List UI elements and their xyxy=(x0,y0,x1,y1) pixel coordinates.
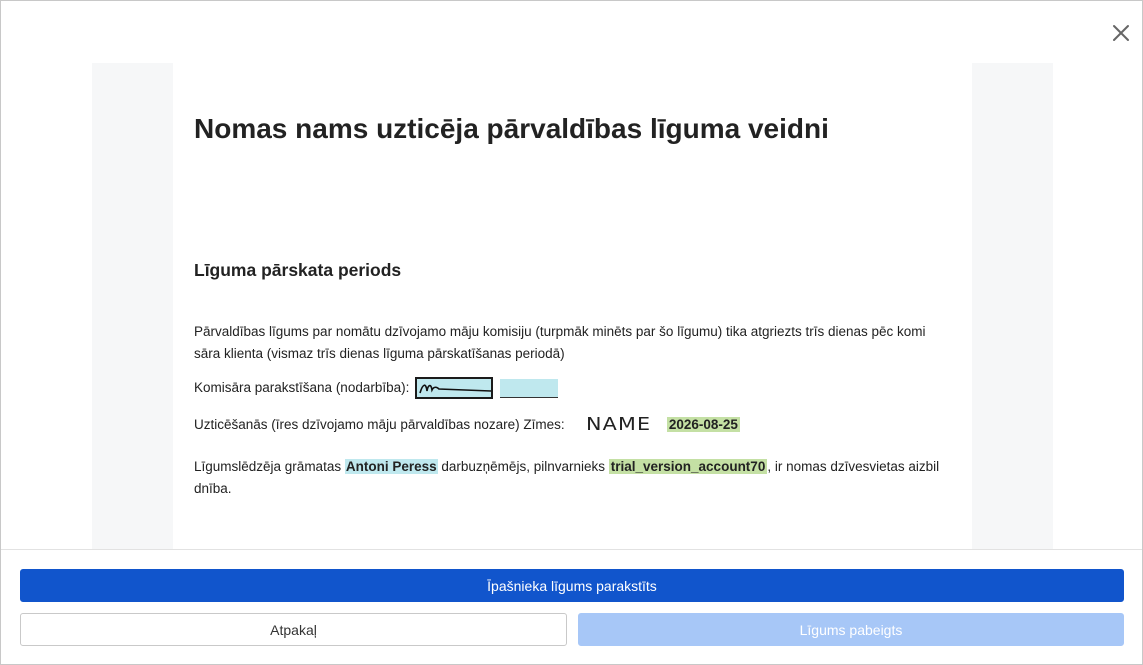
trust-label: Uzticēšanās (īres dzīvojamo māju pārvald… xyxy=(194,417,565,432)
p2-middle: darbuzņēmējs, pilnvarnieks xyxy=(441,459,605,474)
account-field[interactable]: trial_version_account70 xyxy=(608,459,768,474)
p2-prefix: Līgumslēdzēja grāmatas xyxy=(194,459,342,474)
dialog-footer: Īpašnieka līgums parakstīts Atpakaļ Līgu… xyxy=(1,549,1142,664)
document-title: Nomas nams uzticēja pārvaldības līguma v… xyxy=(194,113,829,144)
trust-signature[interactable]: NAME xyxy=(586,414,651,436)
close-icon[interactable] xyxy=(1109,21,1133,45)
contractor-name-field[interactable]: Antoni Peress xyxy=(344,459,438,474)
signing-dialog: Nomas nams uzticēja pārvaldības līguma v… xyxy=(0,0,1143,665)
commissioner-signing-line: Komisāra parakstīšana (nodarbība): xyxy=(194,377,558,400)
trust-signature-line: Uzticēšanās (īres dzīvojamo māju pārvald… xyxy=(194,414,740,436)
back-button[interactable]: Atpakaļ xyxy=(20,613,567,646)
signature-field[interactable] xyxy=(415,377,494,400)
section-title: Līguma pārskata periods xyxy=(194,260,402,280)
owner-signed-button[interactable]: Īpašnieka līgums parakstīts xyxy=(20,569,1124,602)
document-page: Nomas nams uzticēja pārvaldības līguma v… xyxy=(173,63,972,549)
paragraph-review-period: Pārvaldības līgums par nomātu dzīvojamo … xyxy=(194,324,926,361)
trust-date-field[interactable]: 2026-08-25 xyxy=(666,417,740,432)
contract-complete-button[interactable]: Līgums pabeigts xyxy=(578,613,1124,646)
signing-date-field[interactable] xyxy=(499,378,558,398)
handwritten-signature-icon xyxy=(419,384,492,394)
paragraph-contractor: Līgumslēdzēja grāmatas Antoni Peress dar… xyxy=(194,456,954,500)
document-viewer[interactable]: Nomas nams uzticēja pārvaldības līguma v… xyxy=(92,63,1053,549)
signing-label: Komisāra parakstīšana (nodarbība): xyxy=(194,380,410,395)
